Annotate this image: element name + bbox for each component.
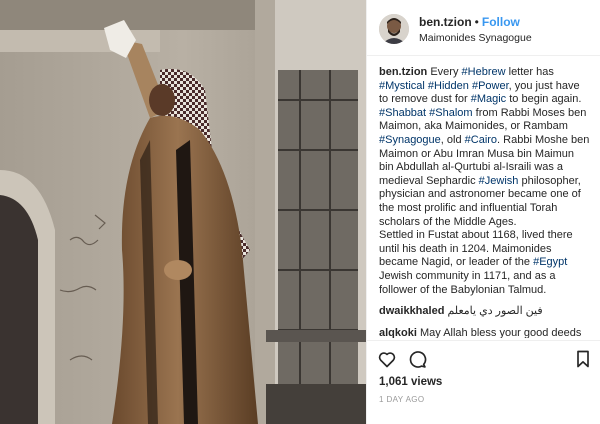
post-header: ben.tzion • Follow Maimonides Synagogue [367,0,600,56]
caption-text: , old [440,133,465,146]
comments-section[interactable]: ben.tzion Every #Hebrew letter has #Myst… [379,66,591,338]
follow-button[interactable]: Follow [482,15,520,29]
post-details-panel: ben.tzion • Follow Maimonides Synagogue be… [366,0,600,424]
comment-item: alqkoki May Allah bless your good deeds [379,327,591,338]
hashtag-link[interactable]: #Shalom [429,107,472,119]
hashtag-link[interactable]: #Hebrew [462,66,506,78]
comment-icon[interactable] [407,349,427,369]
hashtag-link[interactable]: #Shabbat [379,107,426,119]
caption-text: to begin again. [506,93,582,106]
avatar[interactable] [379,14,409,44]
hashtag-link[interactable]: #Magic [471,93,506,105]
comment-text: May Allah bless your good deeds [419,326,582,338]
bookmark-icon[interactable] [573,349,593,369]
photo-illustration [0,0,366,424]
caption: ben.tzion Every #Hebrew letter has #Myst… [379,66,591,297]
hashtag-link[interactable]: #Jewish [479,175,519,187]
heart-icon[interactable] [377,349,397,369]
hashtag-link[interactable]: #Hidden [428,80,469,92]
post-photo[interactable] [0,0,366,424]
comment-author[interactable]: dwaikkhaled [379,305,444,317]
hashtag-link[interactable]: #Cairo [465,134,497,146]
view-count[interactable]: 1,061 views [379,376,442,388]
hashtag-link[interactable]: #Synagogue [379,134,441,146]
header-user-line: ben.tzion • Follow [419,15,520,29]
caption-author[interactable]: ben.tzion [379,66,427,78]
caption-text: Jewish community in 1171, and as a follo… [379,269,556,296]
caption-text: Every [430,66,462,78]
comment-icon-glyph [409,351,427,368]
action-bar [367,340,600,376]
caption-paragraph-2: Settled in Fustat about 1168, lived ther… [379,229,591,297]
hashtag-link[interactable]: #Power [472,80,509,92]
avatar-image [379,14,409,44]
comment-author[interactable]: alqkoki [379,327,417,338]
username-link[interactable]: ben.tzion [419,15,472,29]
bookmark-icon-glyph [577,350,589,368]
heart-icon-glyph [378,352,396,368]
hashtag-link[interactable]: #Mystical [379,80,425,92]
location-link[interactable]: Maimonides Synagogue [419,32,532,44]
post-timestamp[interactable]: 1 DAY AGO [379,395,425,404]
comment-text: فين الصور دي يامعلم [447,305,543,318]
hashtag-link[interactable]: #Egypt [533,256,567,268]
caption-text: letter has [505,66,554,78]
separator-dot: • [474,15,479,29]
comment-item: dwaikkhaled فين الصور دي يامعلم [379,305,591,319]
